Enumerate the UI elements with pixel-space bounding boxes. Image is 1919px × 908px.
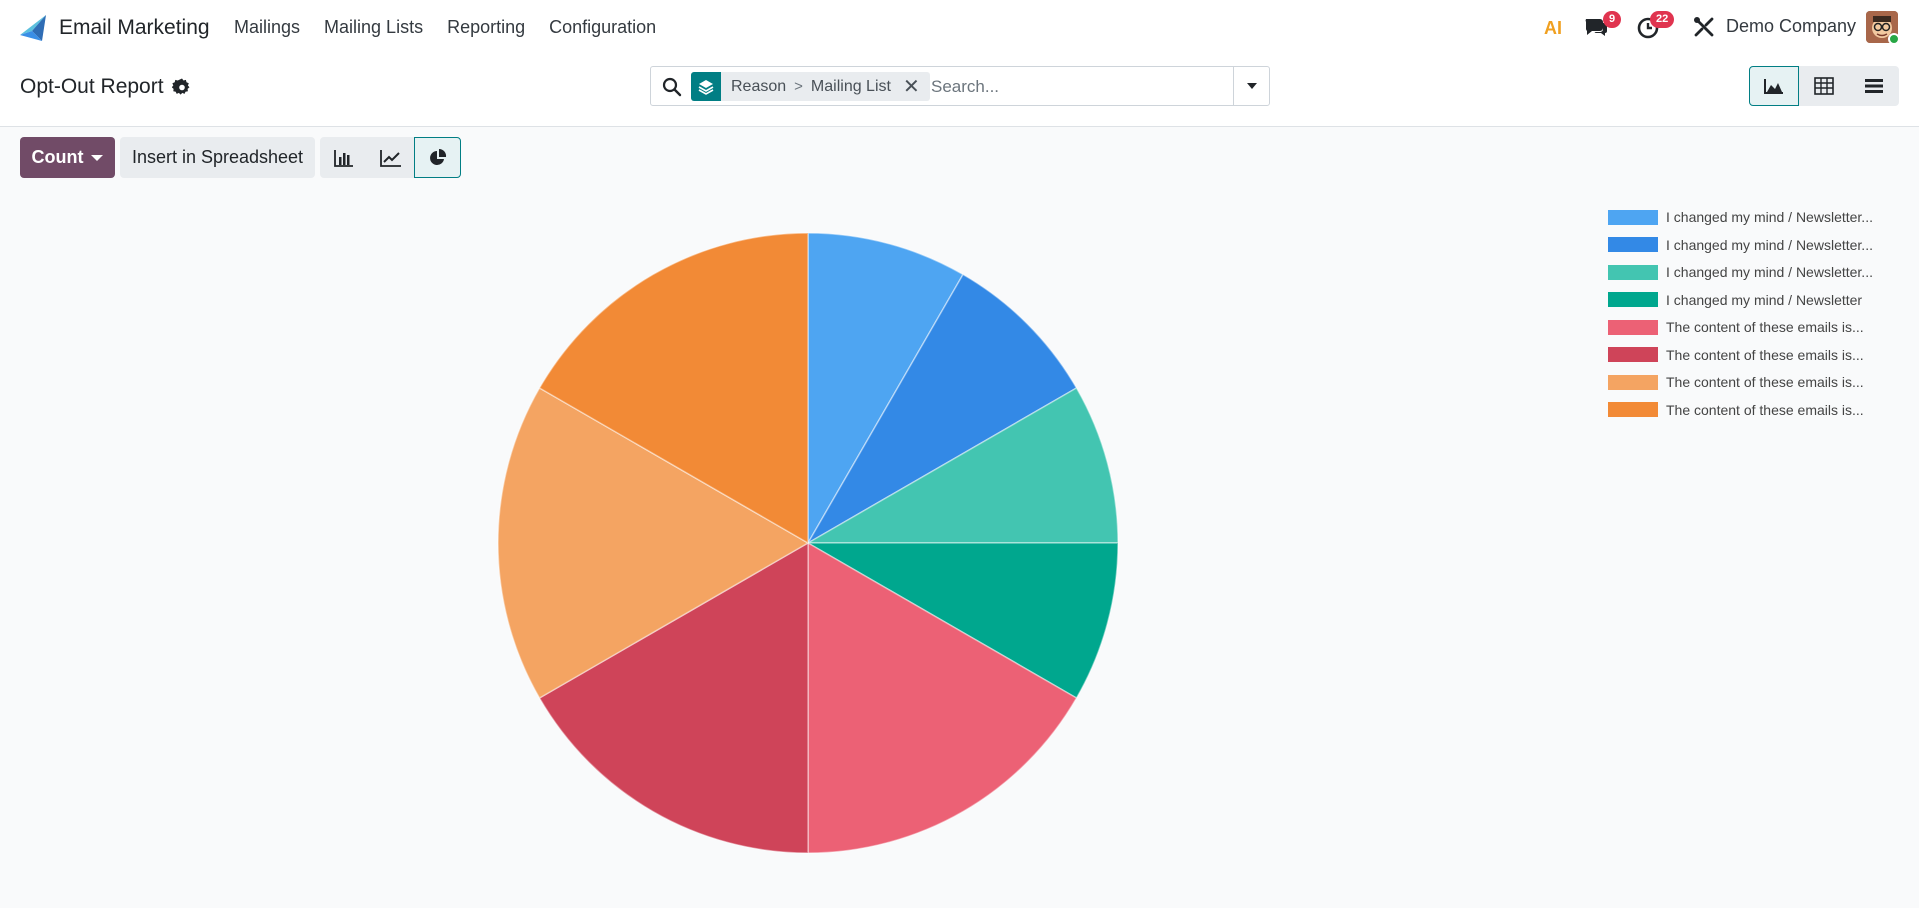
legend-label: I changed my mind / Newsletter... [1666,236,1873,253]
groupby-facet: Reason > Mailing List ✕ [691,72,930,101]
view-pivot-button[interactable] [1799,66,1849,106]
measure-dropdown-button[interactable]: Count [20,137,115,178]
facet-label: Reason > Mailing List [721,78,899,96]
facet-reason: Reason [731,77,787,95]
layers-icon [691,72,721,101]
legend-label: The content of these emails is... [1666,401,1864,418]
page-title: Opt-Out Report [20,75,164,98]
legend-label: I changed my mind / Newsletter... [1666,209,1873,225]
top-navbar: Email Marketing Mailings Mailing Lists R… [0,0,1919,55]
line-chart-icon [379,149,401,167]
legend-swatch [1608,374,1658,390]
pivot-table-icon [1814,77,1834,95]
line-chart-button[interactable] [367,137,414,178]
facet-remove-close-icon[interactable]: ✕ [899,74,930,99]
control-panel: Opt-Out Report Reason > Mailing List ✕ [0,55,1919,127]
email-marketing-logo-icon[interactable] [18,13,48,43]
caret-down-icon [91,154,104,161]
facet-mailing-list: Mailing List [810,77,891,95]
legend-label: The content of these emails is... [1666,346,1864,363]
menu-configuration[interactable]: Configuration [537,17,668,38]
legend-label: I changed my mind / Newsletter [1666,291,1863,308]
pie-chart-icon [429,148,446,165]
chart-type-group [320,137,461,178]
main-menu: Mailings Mailing Lists Reporting Configu… [222,0,668,55]
legend-swatch [1608,347,1658,362]
company-switcher[interactable]: Demo Company [1726,16,1856,37]
svg-text:AI: AI [1544,18,1562,38]
search-options-toggle[interactable] [1233,67,1269,105]
measure-label: Count [31,147,84,167]
facet-separator: > [794,78,803,95]
search-icon[interactable] [662,77,682,97]
bar-chart-icon [333,149,353,167]
legend-item-6[interactable]: The content of these emails is... [1608,345,1908,365]
tools-icon[interactable] [1691,14,1717,40]
pie-chart-button[interactable] [414,137,461,178]
legend-swatch [1608,264,1658,280]
legend-label: The content of these emails is... [1666,319,1864,335]
ai-icon[interactable]: AI [1543,14,1569,40]
legend-item-4[interactable]: I changed my mind / Newsletter [1608,290,1908,310]
view-graph-button[interactable] [1749,66,1799,106]
legend-item-8[interactable]: The content of these emails is... [1608,400,1908,420]
legend-label: The content of these emails is... [1666,374,1864,390]
messages-badge: 9 [1603,11,1622,28]
legend-swatch [1608,292,1658,307]
area-chart-icon [1764,79,1783,94]
menu-mailings[interactable]: Mailings [222,17,312,38]
legend-item-7[interactable]: The content of these emails is... [1608,372,1908,392]
activities-badge: 22 [1650,11,1675,28]
bar-chart-button[interactable] [320,137,367,178]
legend-swatch [1608,402,1658,417]
legend-label: I changed my mind / Newsletter... [1666,264,1873,280]
legend-item-1[interactable]: I changed my mind / Newsletter... [1608,207,1908,227]
search-input[interactable] [931,75,1221,99]
view-switcher [1749,66,1899,106]
legend-swatch [1608,237,1658,252]
list-icon [1865,79,1883,93]
legend-swatch [1608,209,1658,225]
app-name[interactable]: Email Marketing [59,16,210,40]
legend-swatch [1608,319,1658,335]
menu-reporting[interactable]: Reporting [435,17,537,38]
insert-spreadsheet-button[interactable]: Insert in Spreadsheet [120,137,315,178]
caret-down-icon [1246,83,1257,89]
search-bar: Reason > Mailing List ✕ [650,66,1270,106]
legend-item-5[interactable]: The content of these emails is... [1608,317,1908,337]
legend-item-3[interactable]: I changed my mind / Newsletter... [1608,262,1908,282]
menu-mailing-lists[interactable]: Mailing Lists [312,17,435,38]
gear-icon[interactable] [172,77,192,97]
online-status-dot [1888,33,1900,45]
legend-item-2[interactable]: I changed my mind / Newsletter... [1608,235,1908,255]
view-list-button[interactable] [1849,66,1899,106]
